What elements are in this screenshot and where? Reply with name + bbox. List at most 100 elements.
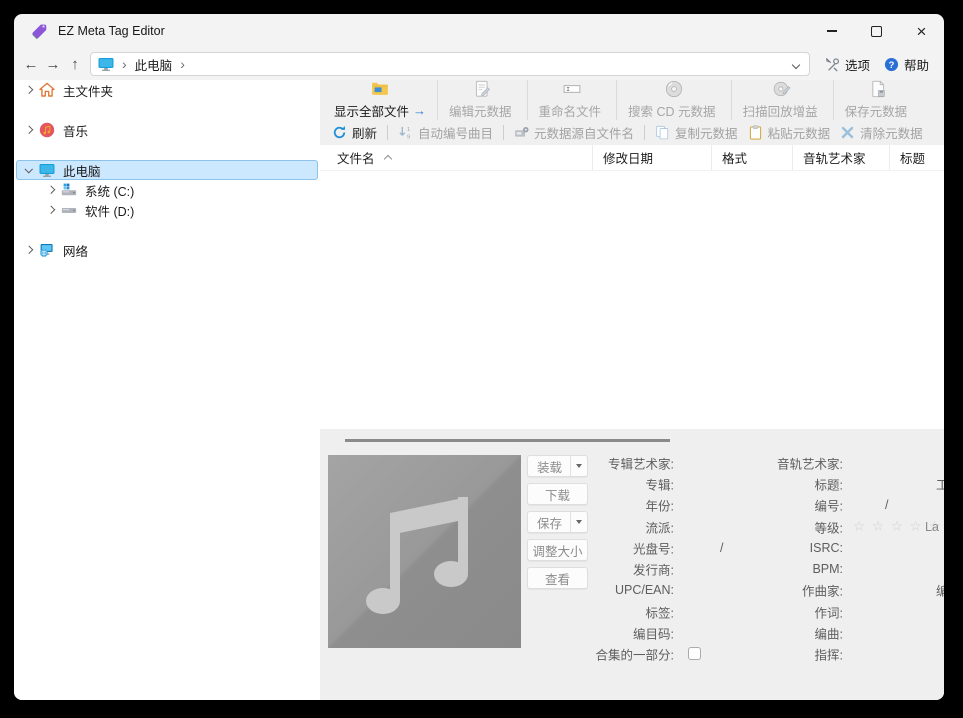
toolbar-separator <box>387 125 388 140</box>
file-list[interactable] <box>320 171 944 429</box>
minimize-icon <box>827 30 837 31</box>
tag-field-row: 作词: <box>320 601 944 622</box>
tree-item[interactable]: 网络 <box>16 240 318 260</box>
field-value-input[interactable] <box>850 473 940 494</box>
toolbar-separator <box>644 125 645 140</box>
field-value-input[interactable] <box>850 622 940 643</box>
field-value-input[interactable] <box>850 601 940 622</box>
column-header[interactable]: 文件名 <box>320 145 593 170</box>
toolbar-small-button-icon <box>332 125 347 140</box>
back-button[interactable]: ← <box>20 56 42 73</box>
field-label: 作词: <box>815 602 843 621</box>
tag-field-row: ISRC: <box>320 537 944 558</box>
column-header[interactable]: 格式 <box>712 145 793 170</box>
toolbar-button[interactable]: 扫描回放增益 <box>731 80 833 120</box>
field-value-input[interactable] <box>850 580 940 601</box>
toolbar-small-button[interactable]: 粘贴元数据 <box>743 123 836 142</box>
field-label: 音轨艺术家: <box>777 453 843 472</box>
tree-expand-chevron-icon[interactable] <box>43 201 59 219</box>
toolbar-button[interactable]: 显示全部文件→ <box>323 80 437 120</box>
app-logo-icon <box>30 22 48 40</box>
folder-tree: 主文件夹 音乐 此电脑 <box>14 80 320 700</box>
field-label: 编曲: <box>815 624 843 643</box>
field-value-input[interactable] <box>850 558 940 579</box>
secondary-toolbar: 刷新 19 自动编号曲目 元数据源自文件名 <box>320 120 944 145</box>
navigation-bar: ← → ↑ › 此电脑 › 选项 ? 帮助 <box>14 48 944 80</box>
field-label: 编号: <box>815 496 843 515</box>
tree-item[interactable]: 软件 (D:) <box>16 200 318 220</box>
column-header[interactable]: 音轨艺术家 <box>793 145 890 170</box>
toolbar-button-label: 搜索 CD 元数据 <box>628 101 720 120</box>
toolbar-small-button[interactable]: 清除元数据 <box>835 123 928 142</box>
toolbar-button[interactable]: 保存元数据 <box>833 80 923 120</box>
field-value-input[interactable] <box>850 644 940 665</box>
field-separator-slash: / <box>885 498 888 512</box>
toolbar-small-button-icon <box>748 125 763 140</box>
tag-field-row: 指挥: <box>320 644 944 665</box>
main-pane: 显示全部文件→ 编辑元数据 <box>320 80 944 700</box>
tree-item-label: 主文件夹 <box>63 81 113 100</box>
toolbar-small-button-icon <box>840 125 855 140</box>
tree-expand-chevron-icon[interactable] <box>43 181 59 199</box>
breadcrumb-chevron-icon: › <box>122 57 127 71</box>
field-label: 等级: <box>815 517 843 536</box>
options-button[interactable]: 选项 <box>825 55 870 74</box>
tag-editor-panel: 装载 下载 <box>320 429 944 700</box>
forward-button[interactable]: → <box>42 56 64 73</box>
tree-expand-chevron-icon[interactable] <box>21 241 37 259</box>
toolbar-button-label: 保存元数据 <box>845 101 912 120</box>
file-table-header: 文件名 修改日期 格式 <box>320 145 944 171</box>
tree-expand-chevron-icon[interactable] <box>21 81 37 99</box>
desktop-background: EZ Meta Tag Editor × ← → ↑ › 此电脑 › 选项 <box>0 0 963 718</box>
toolbar-small-button[interactable]: 刷新 <box>327 123 382 142</box>
up-button[interactable]: ↑ <box>64 56 86 73</box>
tree-expand-chevron-icon[interactable] <box>21 161 37 179</box>
tree-item-icon <box>39 122 55 138</box>
toolbar-small-button[interactable]: 19 自动编号曲目 <box>393 123 498 142</box>
column-header-label: 修改日期 <box>603 148 653 167</box>
toolbar-small-button[interactable]: 元数据源自文件名 <box>509 123 639 142</box>
field-value-input[interactable] <box>850 452 940 473</box>
column-header[interactable]: 修改日期 <box>593 145 712 170</box>
tree-item-icon <box>39 242 55 258</box>
close-button[interactable]: × <box>899 14 944 48</box>
column-header-label: 文件名 <box>337 148 375 167</box>
toolbar-small-button-label: 复制元数据 <box>675 123 738 142</box>
tree-item-label: 系统 (C:) <box>85 181 134 200</box>
tag-form-right-column: 音轨艺术家: 标题: <box>320 452 944 665</box>
tree-item-label: 软件 (D:) <box>85 201 134 220</box>
clipped-label-fragment: La <box>925 520 939 534</box>
content-area: 主文件夹 音乐 此电脑 <box>14 80 944 700</box>
tree-item[interactable]: 主文件夹 <box>16 80 318 100</box>
help-label: 帮助 <box>904 55 929 74</box>
toolbar-small-button-icon <box>655 125 670 140</box>
address-dropdown-icon[interactable] <box>793 62 800 69</box>
tree-expand-chevron-icon[interactable] <box>21 121 37 139</box>
toolbar-button[interactable]: 重命名文件 <box>527 80 617 120</box>
minimize-button[interactable] <box>809 14 854 48</box>
field-value-input[interactable] <box>850 495 940 516</box>
toolbar-button[interactable]: 编辑元数据 <box>437 80 527 120</box>
tree-item[interactable]: 音乐 <box>16 120 318 140</box>
tree-item-icon <box>61 202 77 218</box>
sort-ascending-icon <box>384 153 393 162</box>
tag-field-row: 标题: 工 <box>320 473 944 494</box>
tree-item-icon <box>39 82 55 98</box>
field-value-input[interactable] <box>850 537 940 558</box>
panel-splitter-handle[interactable] <box>345 439 670 442</box>
breadcrumb[interactable]: 此电脑 <box>135 55 173 74</box>
maximize-button[interactable] <box>854 14 899 48</box>
toolbar-button[interactable]: 搜索 CD 元数据 <box>616 80 731 120</box>
maximize-icon <box>871 26 882 37</box>
arrow-right-icon: → <box>413 103 426 118</box>
toolbar-small-button[interactable]: 复制元数据 <box>650 123 743 142</box>
tree-item[interactable]: 此电脑 <box>16 160 318 180</box>
address-bar[interactable]: › 此电脑 › <box>90 52 810 76</box>
toolbar-small-button-icon <box>514 125 529 140</box>
main-toolbar: 显示全部文件→ 编辑元数据 <box>320 80 944 120</box>
column-header[interactable]: 标题 <box>890 145 944 170</box>
help-button[interactable]: ? 帮助 <box>884 55 929 74</box>
tree-item[interactable]: 系统 (C:) <box>16 180 318 200</box>
titlebar[interactable]: EZ Meta Tag Editor × <box>14 14 944 48</box>
tree-item-label: 网络 <box>63 241 88 260</box>
